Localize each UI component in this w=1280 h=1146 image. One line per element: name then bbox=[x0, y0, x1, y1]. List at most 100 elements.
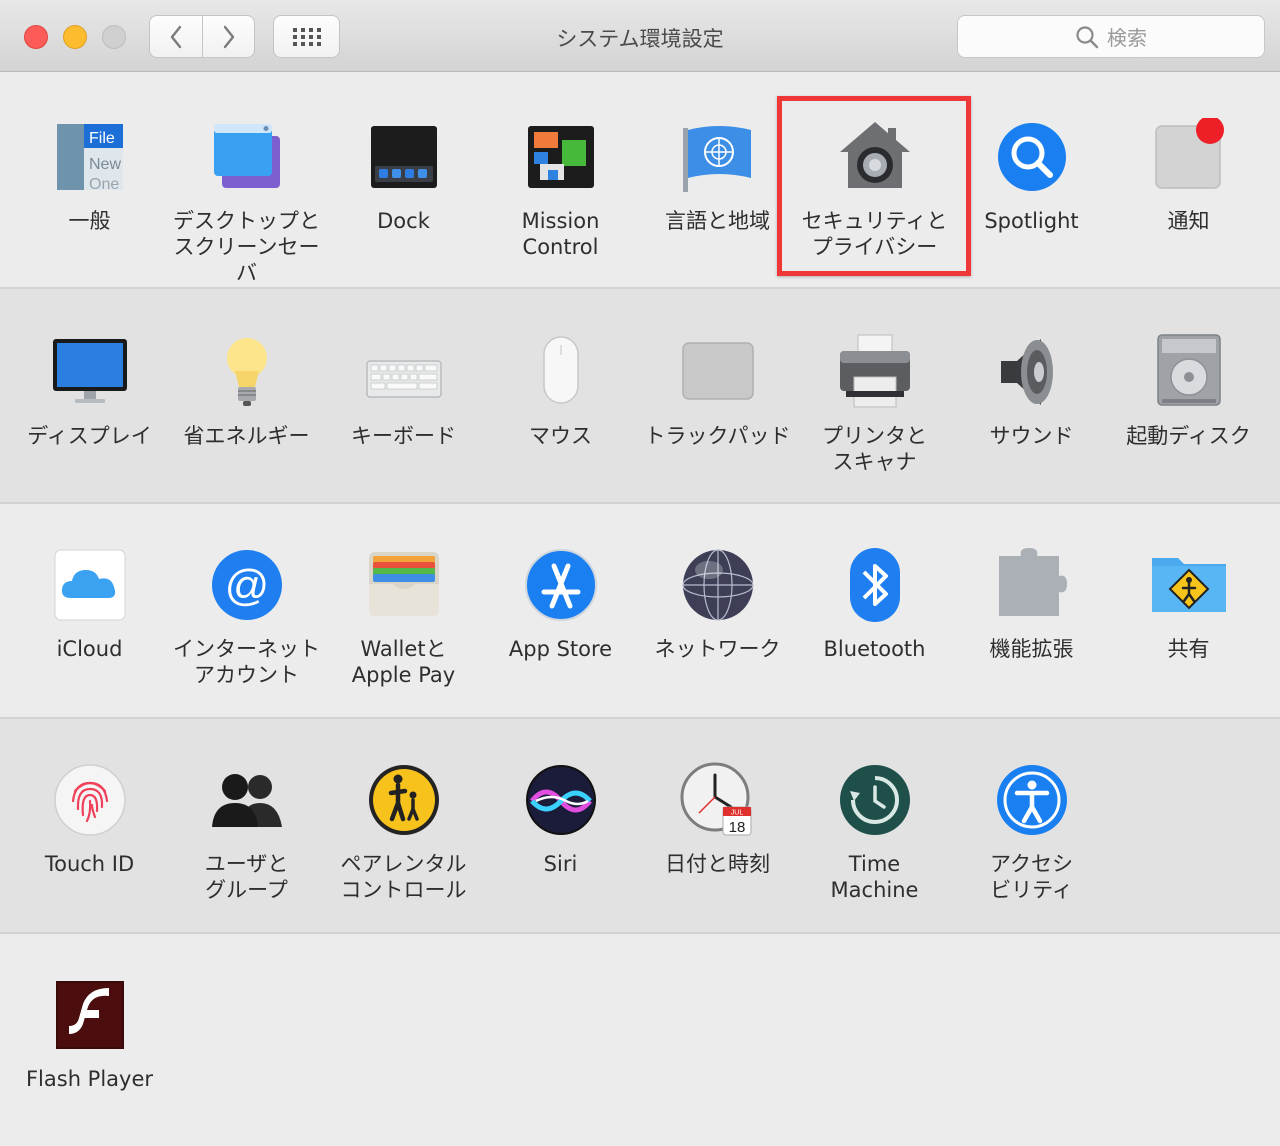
pref-label: Dock bbox=[377, 209, 430, 233]
pref-label: 起動ディスク bbox=[1126, 424, 1251, 448]
pref-wallet-applepay[interactable]: Walletと Apple Pay bbox=[325, 546, 482, 688]
show-all-button[interactable] bbox=[273, 15, 340, 58]
time-machine-icon bbox=[836, 761, 914, 839]
pref-printers-scanners[interactable]: プリンタと スキャナ bbox=[796, 333, 953, 475]
hardware-section: ディスプレイ 省エネルギー キーボード マウス トラックパッド プリンタと スキ… bbox=[0, 289, 1280, 504]
pref-keyboard[interactable]: キーボード bbox=[325, 333, 482, 449]
pref-label: Flash Player bbox=[25, 1067, 154, 1091]
mission-control-icon bbox=[522, 118, 600, 196]
startup-disk-icon bbox=[1150, 333, 1228, 411]
security-privacy-icon bbox=[836, 118, 914, 196]
pref-parental-controls[interactable]: ペアレンタル コントロール bbox=[325, 761, 482, 903]
chevron-left-icon bbox=[170, 25, 182, 48]
pref-label: デスクトップと スクリーンセーバ bbox=[173, 209, 320, 285]
pref-label: Touch ID bbox=[44, 852, 135, 876]
pref-energy-saver[interactable]: 省エネルギー bbox=[168, 333, 325, 449]
pref-time-machine[interactable]: Time Machine bbox=[796, 761, 953, 903]
pref-mouse[interactable]: マウス bbox=[482, 333, 639, 449]
desktop-screensaver-icon bbox=[208, 118, 286, 196]
network-icon bbox=[679, 546, 757, 624]
pref-trackpad[interactable]: トラックパッド bbox=[639, 333, 796, 449]
pref-label: 共有 bbox=[1167, 637, 1210, 661]
users-groups-icon bbox=[208, 761, 286, 839]
pref-flash-player[interactable]: Flash Player bbox=[11, 976, 168, 1092]
icloud-icon bbox=[51, 546, 129, 624]
pref-label: App Store bbox=[508, 637, 613, 661]
pref-label: 一般 bbox=[68, 209, 111, 233]
pref-label: マウス bbox=[529, 424, 592, 448]
mouse-icon bbox=[522, 333, 600, 411]
pref-label: トラックパッド bbox=[644, 424, 791, 448]
display-icon bbox=[51, 333, 129, 411]
pref-general[interactable]: File New One 一般 bbox=[11, 118, 168, 234]
pref-touch-id[interactable]: Touch ID bbox=[11, 761, 168, 877]
pref-label: ネットワーク bbox=[654, 637, 781, 661]
pref-language-region[interactable]: 言語と地域 bbox=[639, 118, 796, 234]
pref-date-time[interactable]: JUL 18 日付と時刻 bbox=[639, 761, 796, 877]
pref-mission-control[interactable]: Mission Control bbox=[482, 118, 639, 260]
internet-section: iCloud @ インターネット アカウント Walletと Apple Pay… bbox=[0, 504, 1280, 719]
pref-extensions[interactable]: 機能拡張 bbox=[953, 546, 1110, 662]
close-button[interactable] bbox=[24, 25, 48, 49]
pref-sound[interactable]: サウンド bbox=[953, 333, 1110, 449]
other-section: Flash Player bbox=[0, 934, 1280, 1146]
flash-player-icon bbox=[51, 976, 129, 1054]
general-file-text: File bbox=[89, 130, 115, 147]
pref-label: キーボード bbox=[351, 424, 456, 448]
keyboard-icon bbox=[365, 333, 443, 411]
pref-label: ユーザと グループ bbox=[204, 852, 289, 902]
language-region-icon bbox=[679, 118, 757, 196]
pref-startup-disk[interactable]: 起動ディスク bbox=[1110, 333, 1267, 449]
general-new-text: New bbox=[89, 156, 121, 173]
pref-label: 言語と地域 bbox=[665, 209, 770, 233]
pref-label: ペアレンタル コントロール bbox=[340, 852, 467, 902]
app-store-icon bbox=[522, 546, 600, 624]
pref-label: サウンド bbox=[989, 424, 1074, 448]
pref-icloud[interactable]: iCloud bbox=[11, 546, 168, 662]
pref-label: Time Machine bbox=[830, 852, 919, 902]
system-section: Touch ID ユーザと グループ ペアレンタル コントロール Siri JU… bbox=[0, 719, 1280, 934]
extensions-icon bbox=[993, 546, 1071, 624]
pref-accessibility[interactable]: アクセシ ビリティ bbox=[953, 761, 1110, 903]
internet-accounts-icon: @ bbox=[208, 546, 286, 624]
energy-saver-icon bbox=[208, 333, 286, 411]
pref-label: プリンタと スキャナ bbox=[822, 424, 927, 474]
sound-icon bbox=[993, 333, 1071, 411]
pref-internet-accounts[interactable]: @ インターネット アカウント bbox=[168, 546, 325, 688]
general-icon: File New One bbox=[51, 118, 129, 196]
pref-sharing[interactable]: 共有 bbox=[1110, 546, 1267, 662]
pref-app-store[interactable]: App Store bbox=[482, 546, 639, 662]
pref-label: インターネット アカウント bbox=[173, 637, 320, 687]
calendar-month-text: JUL bbox=[730, 810, 743, 817]
pref-siri[interactable]: Siri bbox=[482, 761, 639, 877]
pref-bluetooth[interactable]: Bluetooth bbox=[796, 546, 953, 662]
search-placeholder: 検索 bbox=[1107, 26, 1147, 50]
back-button[interactable] bbox=[149, 15, 203, 58]
pref-spotlight[interactable]: Spotlight bbox=[953, 118, 1110, 234]
pref-label: Siri bbox=[543, 852, 578, 876]
pref-label: 通知 bbox=[1167, 209, 1210, 233]
pref-display[interactable]: ディスプレイ bbox=[11, 333, 168, 449]
forward-button[interactable] bbox=[203, 15, 255, 58]
zoom-button[interactable] bbox=[102, 25, 126, 49]
siri-icon bbox=[522, 761, 600, 839]
pref-security-privacy[interactable]: セキュリティと プライバシー bbox=[796, 118, 953, 260]
chevron-right-icon bbox=[223, 25, 234, 48]
svg-text:@: @ bbox=[224, 561, 269, 610]
pref-users-groups[interactable]: ユーザと グループ bbox=[168, 761, 325, 903]
grid-icon bbox=[292, 27, 321, 46]
general-one-text: One bbox=[89, 176, 119, 193]
sharing-icon bbox=[1150, 546, 1228, 624]
pref-network[interactable]: ネットワーク bbox=[639, 546, 796, 662]
trackpad-icon bbox=[679, 333, 757, 411]
pref-desktop-screensaver[interactable]: デスクトップと スクリーンセーバ bbox=[168, 118, 325, 286]
window-title: システム環境設定 bbox=[556, 27, 724, 51]
system-preferences-window: システム環境設定 検索 File New One 一般 デスクトップと スクリー… bbox=[0, 0, 1280, 1146]
pref-label: ディスプレイ bbox=[27, 424, 152, 448]
pref-dock[interactable]: Dock bbox=[325, 118, 482, 234]
minimize-button[interactable] bbox=[63, 25, 87, 49]
pref-notifications[interactable]: 通知 bbox=[1110, 118, 1267, 234]
search-field[interactable]: 検索 bbox=[957, 15, 1265, 58]
pref-label: 日付と時刻 bbox=[665, 852, 770, 876]
bluetooth-icon bbox=[836, 546, 914, 624]
